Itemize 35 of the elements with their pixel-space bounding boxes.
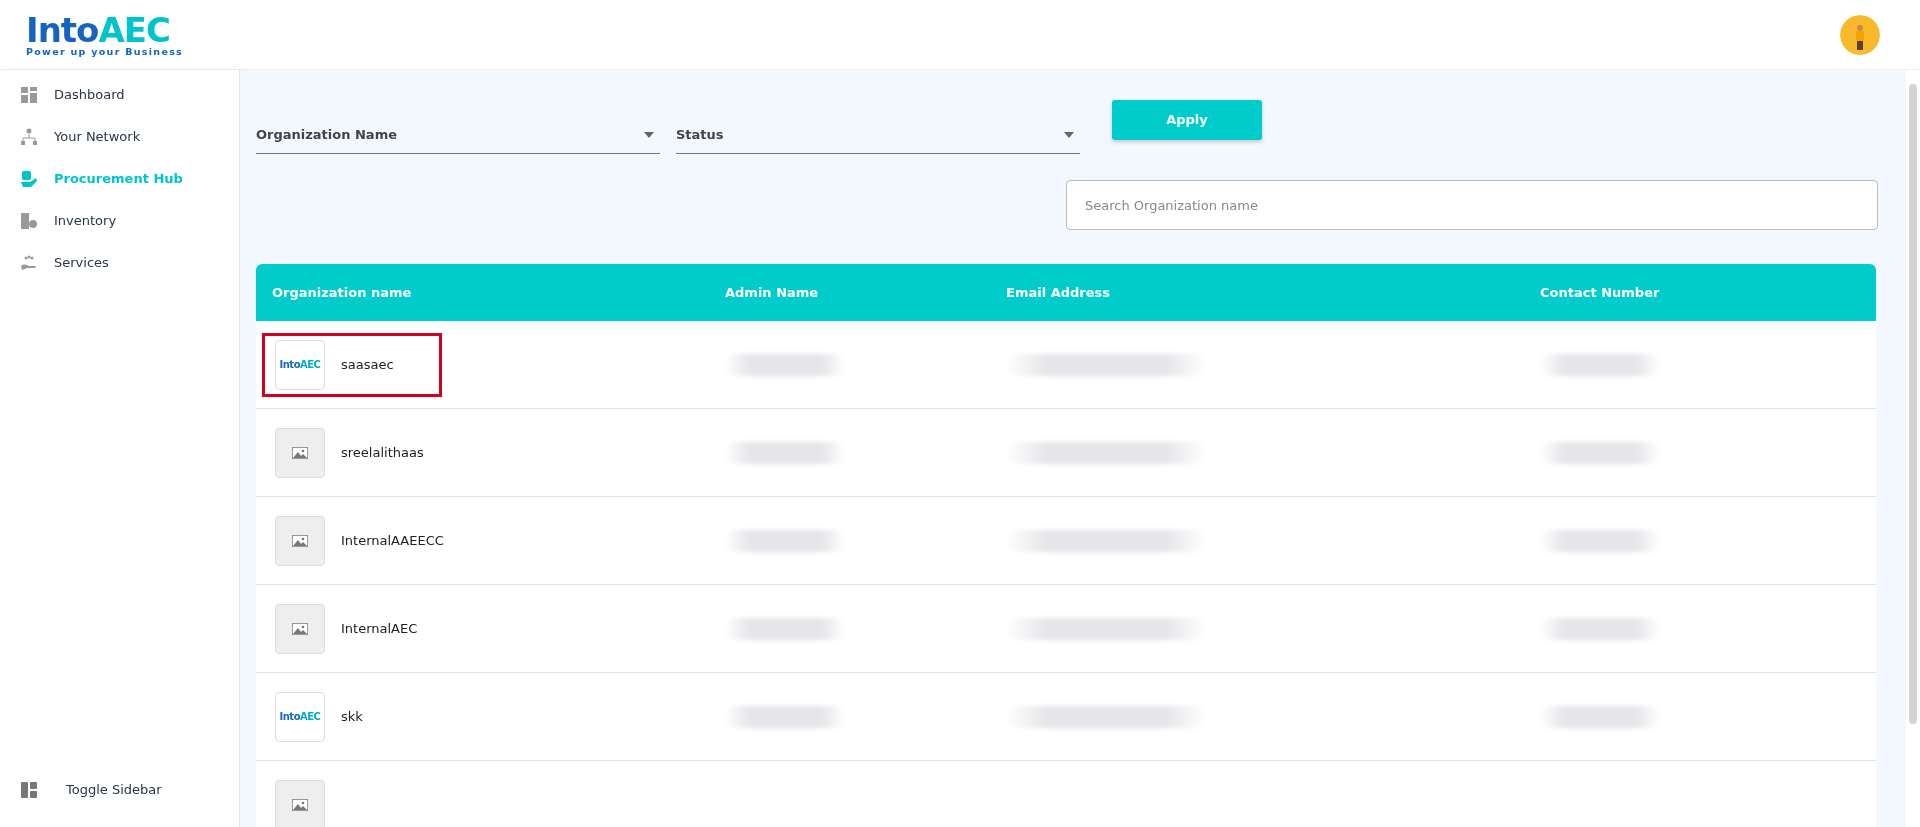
logo-wordmark: Into — [279, 710, 301, 724]
sidebar-item[interactable]: Your Network — [0, 116, 239, 158]
image-placeholder-icon — [292, 446, 308, 459]
layout-icon — [20, 781, 38, 799]
image-placeholder-icon — [292, 534, 308, 547]
toggle-sidebar[interactable]: Toggle Sidebar — [0, 769, 239, 811]
image-placeholder-icon — [292, 622, 308, 635]
scrollbar[interactable] — [1909, 84, 1917, 724]
sidebar-item[interactable]: Services — [0, 242, 239, 284]
organization-name: sreelalithaas — [341, 443, 424, 462]
dropdown-field[interactable]: Status — [676, 116, 1080, 154]
column-header: Contact Number — [1540, 284, 1660, 300]
logo-wordmark: AEC — [98, 12, 170, 47]
sidebar-item[interactable]: Dashboard — [0, 74, 239, 116]
caret-icon — [644, 131, 654, 138]
sidebar-item[interactable]: Inventory — [0, 200, 239, 242]
caret-icon — [1064, 131, 1074, 138]
image-placeholder-icon — [292, 798, 308, 811]
organization-name: skk — [341, 707, 363, 726]
logo-wordmark: AEC — [300, 710, 321, 724]
organization-name: saasaec — [341, 355, 394, 374]
logo-tagline: Power up your Business — [26, 46, 184, 57]
organization-name: InternalAEC — [341, 619, 418, 638]
search-field[interactable]: Search Organization name — [1066, 180, 1878, 230]
network-icon — [20, 128, 38, 146]
column-header: Organization name — [272, 284, 412, 300]
logo-wordmark: Into — [26, 12, 99, 47]
dashboard-icon — [20, 86, 38, 104]
organization-name: InternalAAEECC — [341, 531, 444, 550]
column-header: Admin Name — [725, 284, 819, 300]
profile-avatar[interactable] — [1840, 14, 1880, 55]
logo-wordmark: Into — [279, 358, 301, 372]
dropdown-field[interactable]: Organization Name — [256, 116, 660, 154]
column-header: Email Address — [1006, 284, 1110, 300]
logo-wordmark: AEC — [300, 358, 321, 372]
